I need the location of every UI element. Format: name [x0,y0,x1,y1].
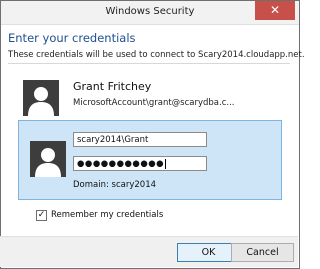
user-avatar-icon[interactable] [23,80,59,116]
checkmark-icon: ✓ [37,210,46,220]
user-avatar-icon [30,141,66,177]
title-bar[interactable]: Windows Security ✕ [1,1,299,25]
divider [8,63,290,64]
username-input[interactable]: scary2014\Grant [73,132,207,147]
close-button[interactable]: ✕ [255,1,295,20]
text-caret [165,158,167,169]
account-id: MicrosoftAccount\grant@scarydba.c... [73,98,235,108]
cancel-button[interactable]: Cancel [231,243,294,262]
password-value: ●●●●●●●●●●● [77,159,165,169]
username-value: scary2014\Grant [77,135,149,145]
password-input[interactable]: ●●●●●●●●●●● [73,156,207,171]
remember-label[interactable]: Remember my credentials [51,210,163,220]
dialog-heading: Enter your credentials [8,31,136,45]
account-name[interactable]: Grant Fritchey [73,80,151,93]
close-icon: ✕ [269,3,281,17]
dialog-subheading: These credentials will be used to connec… [8,50,305,60]
remember-checkbox[interactable]: ✓ [36,210,47,221]
domain-label: Domain: scary2014 [73,180,157,190]
